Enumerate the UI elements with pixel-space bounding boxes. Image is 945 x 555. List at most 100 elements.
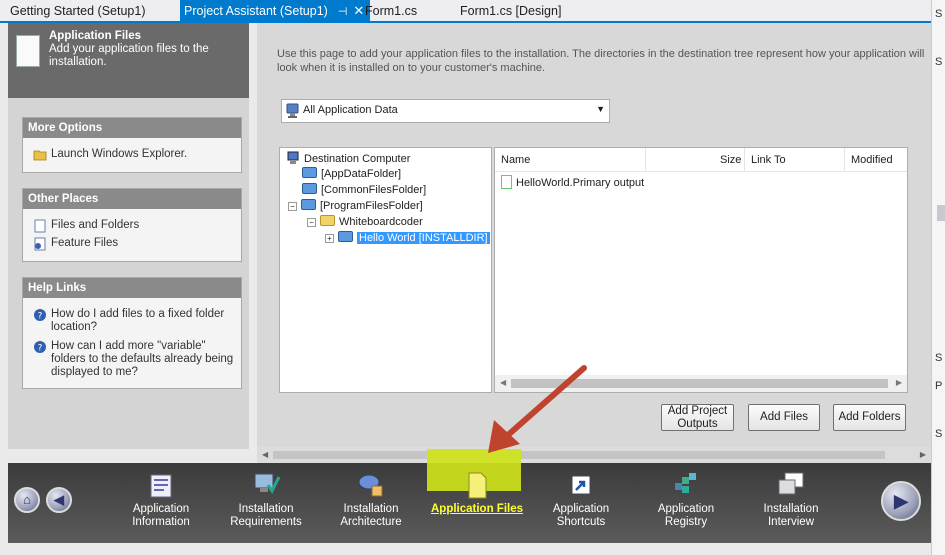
feature-files-label: Feature Files <box>51 237 119 249</box>
folder-icon <box>320 215 335 226</box>
computer-icon <box>287 151 299 164</box>
scroll-left-icon[interactable]: ◀ <box>262 450 268 459</box>
tree-node-destination-computer[interactable]: Destination Computer <box>286 151 410 166</box>
collapse-icon[interactable]: − <box>288 202 297 211</box>
view-filter-dropdown[interactable]: All Application Data ▼ <box>281 99 610 123</box>
back-button[interactable]: ◀ <box>46 487 72 513</box>
svg-text:?: ? <box>38 344 43 354</box>
nav-application-files[interactable]: Application Files <box>427 472 527 531</box>
tab-project-assistant[interactable]: Project Assistant (Setup1) ⊣ ✕ <box>180 0 371 23</box>
column-header-size[interactable]: Size <box>720 154 741 166</box>
document-icon <box>16 35 40 67</box>
nav-label: Application Information <box>132 503 190 528</box>
expand-icon[interactable]: + <box>325 234 334 243</box>
home-icon: ⌂ <box>23 492 31 507</box>
annotation-arrow <box>488 365 587 453</box>
collapse-icon[interactable]: − <box>307 218 316 227</box>
panel-char: S <box>935 56 943 68</box>
pin-icon[interactable]: ⊣ <box>338 1 348 23</box>
nav-installation-interview[interactable]: Installation Interview <box>741 465 841 529</box>
scroll-right-icon[interactable]: ▶ <box>896 378 902 387</box>
help-link-label: How can I add more "variable" folders to… <box>51 340 234 378</box>
panel-scroll-thumb[interactable] <box>937 205 945 221</box>
help-link-variable-folders[interactable]: ? How can I add more "variable" folders … <box>23 340 241 379</box>
list-item-name: HelloWorld.Primary output <box>516 177 645 189</box>
tree-node-label: [ProgramFilesFolder] <box>320 200 423 212</box>
page-header: Application Files Add your application f… <box>8 23 249 98</box>
tree-node-appdata[interactable]: [AppDataFolder] <box>302 167 401 181</box>
tree-node-label: Destination Computer <box>304 153 411 165</box>
help-icon: ? <box>34 309 46 322</box>
tab-label: Form1.cs [Design] <box>460 4 562 18</box>
files-and-folders-link[interactable]: Files and Folders <box>23 219 241 233</box>
solution-explorer-edge: S S S P S <box>931 0 945 555</box>
tree-node-label: Whiteboardcoder <box>339 216 423 228</box>
installation-interview-icon <box>778 472 804 495</box>
svg-text:?: ? <box>38 312 43 322</box>
tree-node-label: [CommonFilesFolder] <box>321 184 427 196</box>
more-options-title: More Options <box>23 118 241 138</box>
nav-application-registry[interactable]: Application Registry <box>636 465 736 529</box>
column-header-link-to[interactable]: Link To <box>751 154 786 166</box>
sidebar: Application Files Add your application f… <box>8 23 249 449</box>
installation-architecture-icon <box>358 474 383 497</box>
list-header: Name Size Link To Modified <box>495 148 907 172</box>
help-link-label: How do I add files to a fixed folder loc… <box>51 308 225 333</box>
column-separator[interactable] <box>844 148 845 172</box>
files-list[interactable]: Name Size Link To Modified HelloWorld.Pr… <box>494 147 908 393</box>
chevron-down-icon[interactable]: ▼ <box>596 104 605 114</box>
nav-label: Installation Requirements <box>230 503 302 528</box>
close-icon[interactable]: ✕ <box>353 0 364 22</box>
dropdown-value: All Application Data <box>303 104 398 116</box>
panel-char: S <box>935 352 943 364</box>
add-project-outputs-button[interactable]: Add Project Outputs <box>661 404 734 431</box>
tab-form1-cs[interactable]: Form1.cs <box>365 0 417 22</box>
files-and-folders-label: Files and Folders <box>51 219 140 231</box>
feature-files-link[interactable]: Feature Files <box>23 237 241 251</box>
nav-application-shortcuts[interactable]: Application Shortcuts <box>531 465 631 529</box>
help-link-fixed-folder[interactable]: ? How do I add files to a fixed folder l… <box>23 308 228 334</box>
tree-node-programfiles[interactable]: − [ProgramFilesFolder] <box>288 199 423 213</box>
other-places-title: Other Places <box>23 189 241 209</box>
next-arrow-icon: ▶ <box>894 491 908 511</box>
feature-icon <box>34 237 46 251</box>
tree-node-whiteboardcoder[interactable]: − Whiteboardcoder <box>307 215 423 229</box>
list-item[interactable]: HelloWorld.Primary output <box>501 175 644 189</box>
nav-application-information[interactable]: Application Information <box>111 465 211 529</box>
column-header-modified[interactable]: Modified <box>851 154 893 166</box>
nav-installation-architecture[interactable]: Installation Architecture <box>321 465 421 529</box>
launch-explorer-label: Launch Windows Explorer. <box>51 148 188 160</box>
column-separator[interactable] <box>744 148 745 172</box>
add-files-button[interactable]: Add Files <box>748 404 820 431</box>
tab-label: Form1.cs <box>365 4 418 18</box>
nav-label: Installation Architecture <box>340 503 402 528</box>
file-icon <box>501 175 512 189</box>
column-header-name[interactable]: Name <box>501 154 530 166</box>
folder-icon <box>302 167 317 178</box>
tab-form1-design[interactable]: Form1.cs [Design] <box>460 0 561 22</box>
destination-tree[interactable]: Destination Computer [AppDataFolder] [Co… <box>279 147 492 393</box>
application-information-icon <box>150 474 172 498</box>
next-button[interactable]: ▶ <box>881 481 921 521</box>
column-separator[interactable] <box>645 148 646 172</box>
folder-icon <box>301 199 316 210</box>
add-folders-button[interactable]: Add Folders <box>833 404 906 431</box>
tree-node-commonfiles[interactable]: [CommonFilesFolder] <box>302 183 426 197</box>
other-places-panel: Other Places Files and Folders Feature F… <box>22 188 242 262</box>
launch-explorer-link[interactable]: Launch Windows Explorer. <box>23 148 241 161</box>
application-files-icon <box>468 472 487 499</box>
tree-node-label: Hello World [INSTALLDIR] <box>357 232 490 244</box>
document-tab-strip: Getting Started (Setup1) Project Assista… <box>0 0 945 23</box>
page-subtitle: Add your application files to the instal… <box>49 43 209 68</box>
nav-installation-requirements[interactable]: Installation Requirements <box>216 465 316 529</box>
home-button[interactable]: ⌂ <box>14 487 40 513</box>
installation-requirements-icon <box>254 473 280 494</box>
tab-getting-started[interactable]: Getting Started (Setup1) <box>10 0 146 22</box>
tab-label: Getting Started (Setup1) <box>10 4 146 18</box>
folder-open-icon <box>33 150 47 161</box>
button-label: Add Files <box>760 411 808 423</box>
scroll-right-icon[interactable]: ▶ <box>920 450 926 459</box>
tree-node-label: [AppDataFolder] <box>321 168 402 180</box>
tree-node-installdir[interactable]: + Hello World [INSTALLDIR] <box>325 231 490 245</box>
application-registry-icon <box>675 473 696 493</box>
